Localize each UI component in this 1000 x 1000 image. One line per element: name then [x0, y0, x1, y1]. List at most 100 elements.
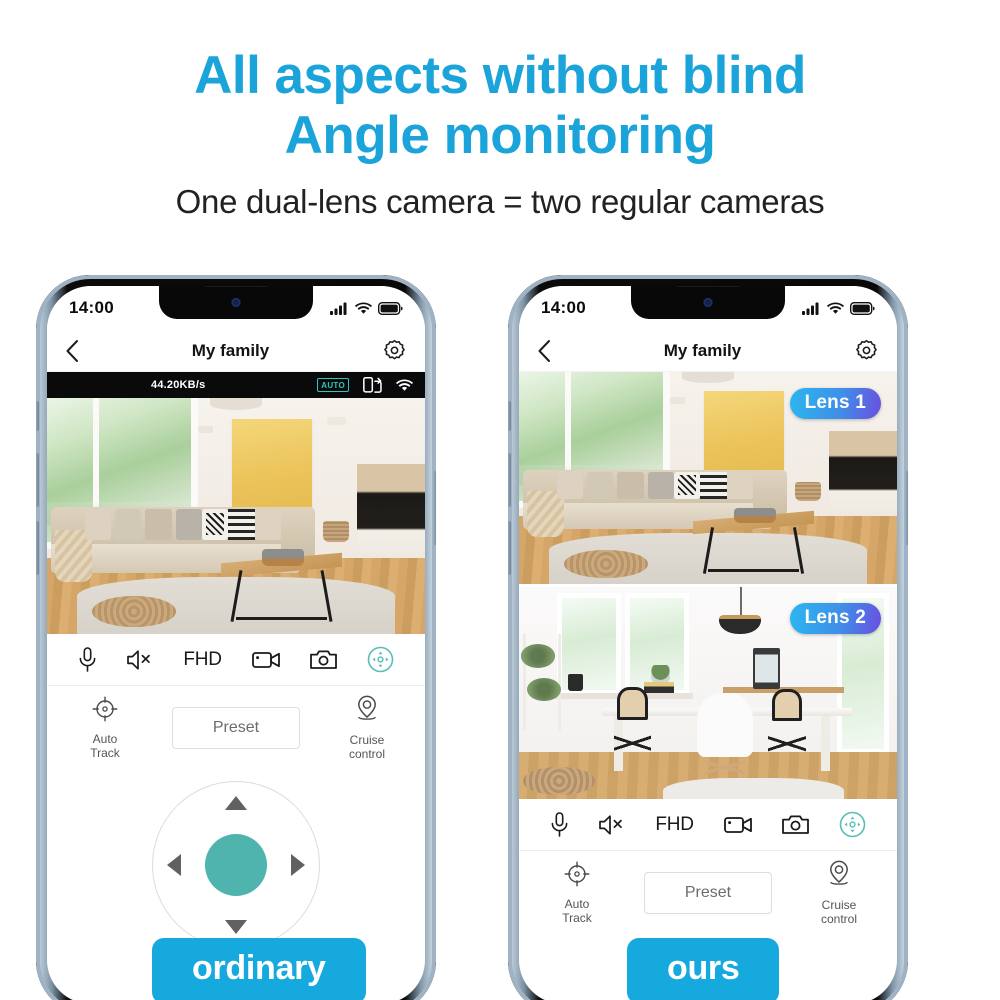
action-row: Auto Track Preset Cruise control [519, 851, 897, 935]
auto-track-icon [564, 861, 590, 887]
earpiece-speaker [204, 286, 268, 287]
headline-block: All aspects without blind Angle monitori… [0, 0, 1000, 222]
lens-1-badge[interactable]: Lens 1 [789, 388, 881, 419]
mute-switch[interactable] [508, 401, 511, 431]
camera-view-lens-1[interactable]: Lens 1 [519, 372, 897, 584]
caption-ordinary: ordinary [152, 938, 366, 1000]
resolution-label[interactable]: FHD [655, 814, 694, 836]
chair [768, 688, 807, 759]
screen-rotate-icon[interactable] [363, 377, 382, 393]
camera-view-lens-2[interactable]: Lens 2 [519, 587, 897, 799]
phone-ours-screen: 14:00 My family Lens 1 Lens 2 FHD Auto T… [519, 286, 897, 1000]
auto-track-icon [92, 696, 118, 722]
plant [526, 678, 561, 702]
front-camera [231, 298, 241, 307]
auto-track-label-1: Auto [564, 897, 590, 911]
caption-ours: ours [627, 938, 780, 1000]
cruise-label-2: control [820, 912, 858, 926]
phone-ordinary: 14:00 My family 44.20KB/s AUTO FHD Auto … [36, 275, 436, 1000]
battery-icon [378, 301, 403, 315]
signal-bars-icon [802, 302, 819, 315]
back-chevron-icon[interactable] [537, 339, 551, 363]
wall-art [704, 391, 784, 470]
pan-tilt-icon[interactable] [367, 646, 394, 673]
record-video-icon[interactable] [251, 650, 281, 670]
preset-button[interactable]: Preset [643, 872, 773, 914]
phone-comparison: 14:00 My family 44.20KB/s AUTO FHD Auto … [0, 275, 1000, 1000]
auto-track-button[interactable]: Auto Track [541, 861, 613, 925]
status-time: 14:00 [541, 298, 586, 317]
record-video-icon[interactable] [723, 815, 753, 835]
pouf [564, 550, 648, 578]
volume-down-button[interactable] [36, 521, 39, 575]
wifi-icon [355, 302, 372, 314]
dpad-area [47, 770, 425, 960]
up-arrow-icon[interactable] [225, 796, 247, 810]
cruise-control-button[interactable]: Cruise control [331, 695, 403, 761]
volume-down-button[interactable] [508, 521, 511, 575]
right-arrow-icon[interactable] [291, 854, 305, 876]
gear-icon[interactable] [854, 338, 879, 363]
microphone-icon[interactable] [550, 811, 569, 838]
power-button[interactable] [433, 471, 436, 545]
scene-living-room [47, 398, 425, 634]
chair [696, 693, 754, 781]
pan-tilt-icon[interactable] [839, 811, 866, 838]
volume-up-button[interactable] [508, 453, 511, 507]
auto-badge[interactable]: AUTO [317, 378, 349, 392]
page-title: My family [663, 340, 742, 360]
app-navbar: My family [47, 330, 425, 372]
auto-track-button[interactable]: Auto Track [69, 696, 141, 760]
snapshot-icon[interactable] [310, 649, 338, 670]
gear-icon[interactable] [382, 338, 407, 363]
power-button[interactable] [905, 471, 908, 545]
speaker-muted-icon[interactable] [126, 649, 154, 671]
preset-button[interactable]: Preset [171, 707, 301, 749]
notch [159, 286, 313, 319]
rug [662, 777, 845, 799]
cruise-label-2: control [348, 747, 386, 761]
notch [631, 286, 785, 319]
wall-art [232, 419, 312, 507]
headline-line-2: Angle monitoring [284, 106, 716, 165]
chair [613, 686, 652, 759]
cruise-label-1: Cruise [821, 898, 857, 912]
down-arrow-icon[interactable] [225, 920, 247, 934]
earpiece-speaker [676, 286, 740, 287]
wifi-icon [827, 302, 844, 314]
network-speed: 44.20KB/s [151, 379, 206, 391]
snapshot-icon[interactable] [782, 814, 810, 835]
cruise-control-icon [358, 695, 376, 720]
back-chevron-icon[interactable] [65, 339, 79, 363]
lantern [753, 648, 780, 689]
auto-track-label-2: Track [90, 746, 120, 760]
camera-toolbar: FHD [47, 634, 425, 686]
cruise-control-button[interactable]: Cruise control [803, 860, 875, 926]
auto-track-label-1: Auto [92, 732, 118, 746]
signal-bars-icon [330, 302, 347, 315]
phone-ours: 14:00 My family Lens 1 Lens 2 FHD Auto T… [508, 275, 908, 1000]
left-arrow-icon[interactable] [167, 854, 181, 876]
volume-up-button[interactable] [36, 453, 39, 507]
action-row: Auto Track Preset Cruise control [47, 686, 425, 770]
camera-toolbar: FHD [519, 799, 897, 851]
lens-2-badge[interactable]: Lens 2 [789, 603, 881, 634]
status-time: 14:00 [69, 298, 114, 317]
mute-switch[interactable] [36, 401, 39, 431]
auto-track-label-2: Track [562, 911, 592, 925]
microphone-icon[interactable] [78, 646, 97, 673]
plant [520, 644, 555, 668]
resolution-label[interactable]: FHD [183, 649, 222, 671]
dpad-center-button[interactable] [205, 834, 267, 896]
cruise-label-1: Cruise [349, 733, 385, 747]
pouf [92, 596, 176, 627]
wifi-icon [396, 379, 413, 391]
info-strip: 44.20KB/s AUTO [47, 372, 425, 398]
window [556, 593, 622, 696]
dpad[interactable] [152, 781, 320, 949]
speaker-muted-icon[interactable] [598, 814, 626, 836]
phone-ordinary-screen: 14:00 My family 44.20KB/s AUTO FHD Auto … [47, 286, 425, 1000]
front-camera [703, 298, 713, 307]
camera-view-main[interactable] [47, 398, 425, 634]
battery-icon [850, 301, 875, 315]
